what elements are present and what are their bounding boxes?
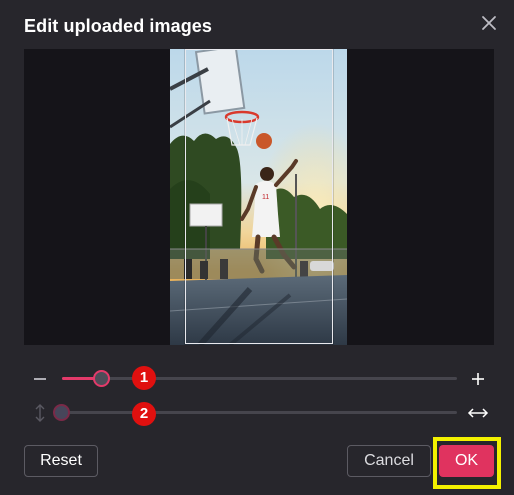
- position-slider-row: [24, 400, 494, 424]
- minus-icon[interactable]: [30, 368, 50, 388]
- annotation-badge-1: 1: [132, 366, 156, 390]
- zoom-slider-row: [24, 366, 494, 390]
- cancel-button[interactable]: Cancel: [347, 445, 431, 477]
- zoom-slider-track[interactable]: [62, 370, 457, 387]
- dialog-title: Edit uploaded images: [24, 16, 213, 36]
- vertical-arrows-icon: [30, 402, 50, 422]
- close-icon[interactable]: [478, 12, 500, 34]
- position-slider-track[interactable]: [53, 404, 457, 421]
- horizontal-arrows-icon: [466, 402, 490, 422]
- crop-frame[interactable]: [185, 49, 333, 344]
- ok-button[interactable]: OK: [439, 445, 494, 477]
- reset-button[interactable]: Reset: [24, 445, 98, 477]
- plus-icon[interactable]: [466, 368, 490, 388]
- zoom-slider-thumb[interactable]: [93, 370, 110, 387]
- position-slider-thumb[interactable]: [53, 404, 70, 421]
- edit-images-dialog: Edit uploaded images 11 1 2 Reset Cancel…: [0, 0, 514, 495]
- annotation-badge-2: 2: [132, 402, 156, 426]
- image-preview[interactable]: 11: [24, 49, 494, 345]
